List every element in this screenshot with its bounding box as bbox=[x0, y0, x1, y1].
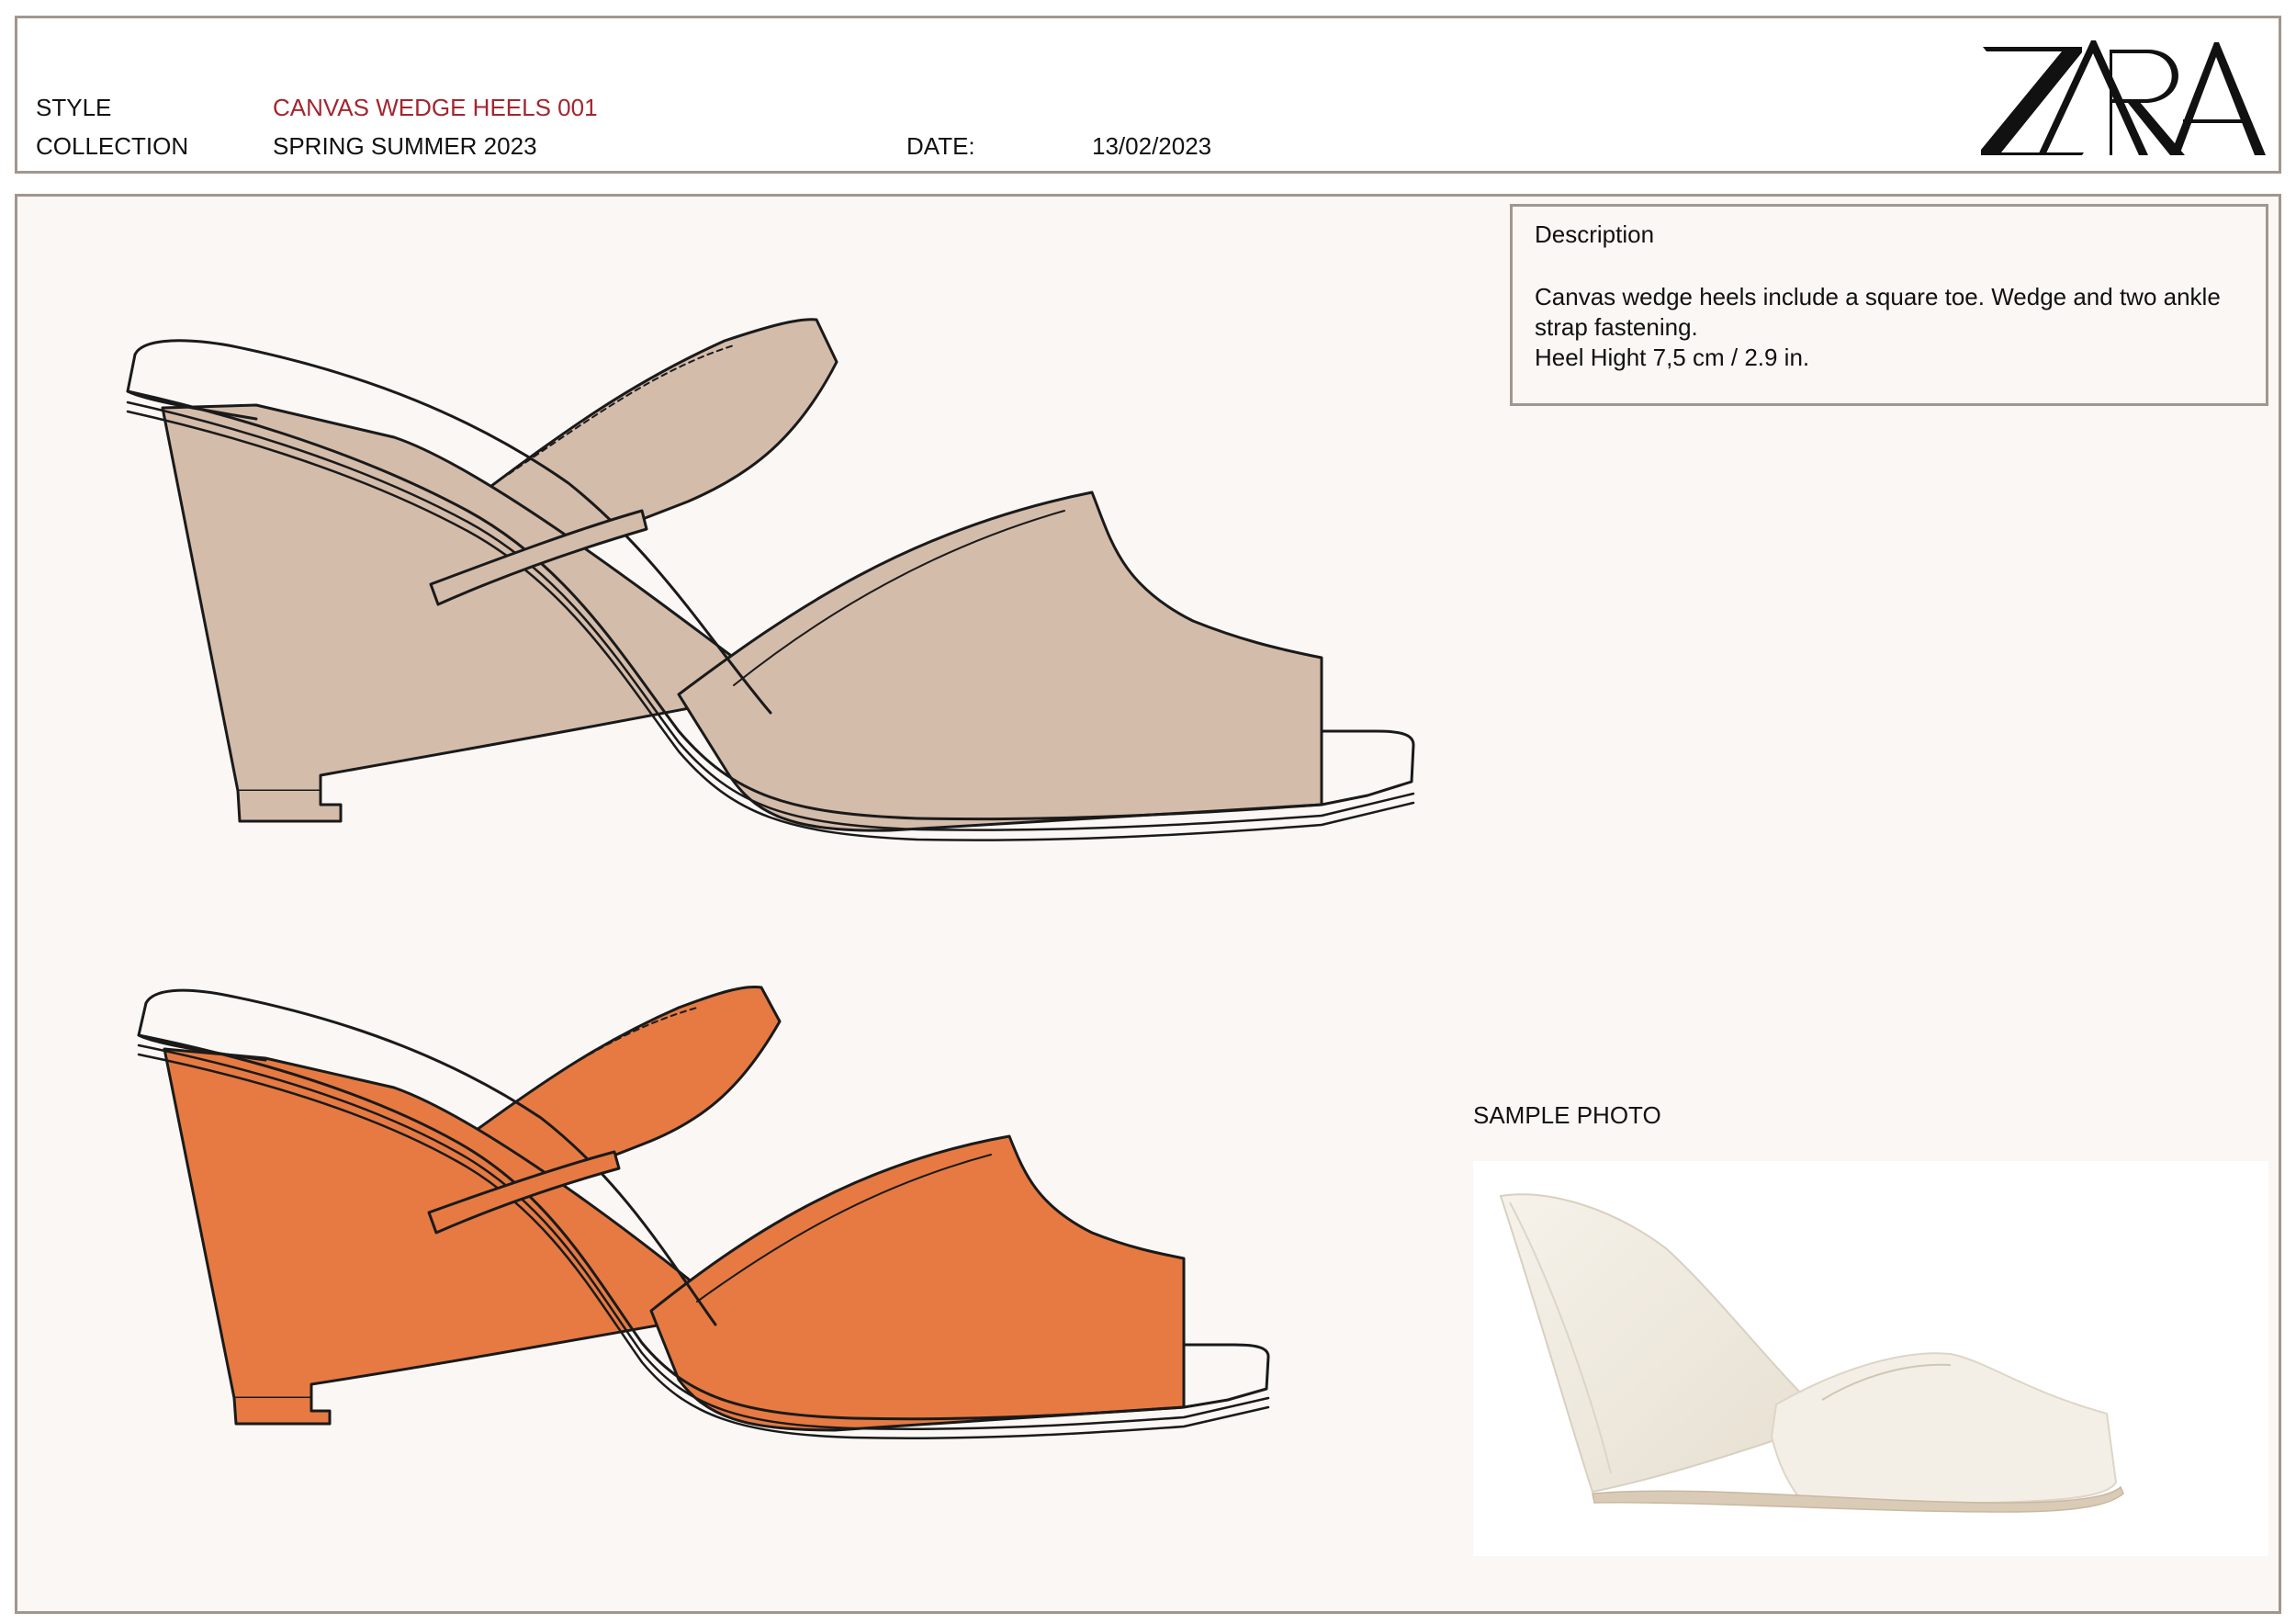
description-title: Description bbox=[1535, 220, 1655, 248]
collection-value: SPRING SUMMER 2023 bbox=[273, 132, 537, 160]
spec-main-panel: Description Canvas wedge heels include a… bbox=[15, 194, 2281, 1614]
date-value: 13/02/2023 bbox=[1092, 132, 1212, 160]
sample-photo-title: SAMPLE PHOTO bbox=[1473, 1101, 1661, 1129]
date-label: DATE: bbox=[906, 132, 975, 160]
sample-photo bbox=[1473, 1161, 2268, 1556]
description-text: Canvas wedge heels include a square toe.… bbox=[1535, 282, 2251, 373]
sample-shoe-image bbox=[1499, 1193, 2124, 1513]
description-line-2: Heel Hight 7,5 cm / 2.9 in. bbox=[1535, 344, 1810, 371]
spec-header: STYLE CANVAS WEDGE HEELS 001 COLLECTION … bbox=[15, 16, 2281, 174]
shoe-sketch-beige bbox=[126, 318, 1415, 841]
style-value: CANVAS WEDGE HEELS 001 bbox=[273, 94, 598, 121]
collection-label: COLLECTION bbox=[36, 132, 189, 160]
zara-logo bbox=[1981, 40, 2266, 155]
style-label: STYLE bbox=[36, 94, 112, 121]
shoe-sketch-orange bbox=[137, 985, 1270, 1439]
description-box: Description Canvas wedge heels include a… bbox=[1510, 204, 2268, 406]
description-line-1: Canvas wedge heels include a square toe.… bbox=[1535, 283, 2221, 341]
